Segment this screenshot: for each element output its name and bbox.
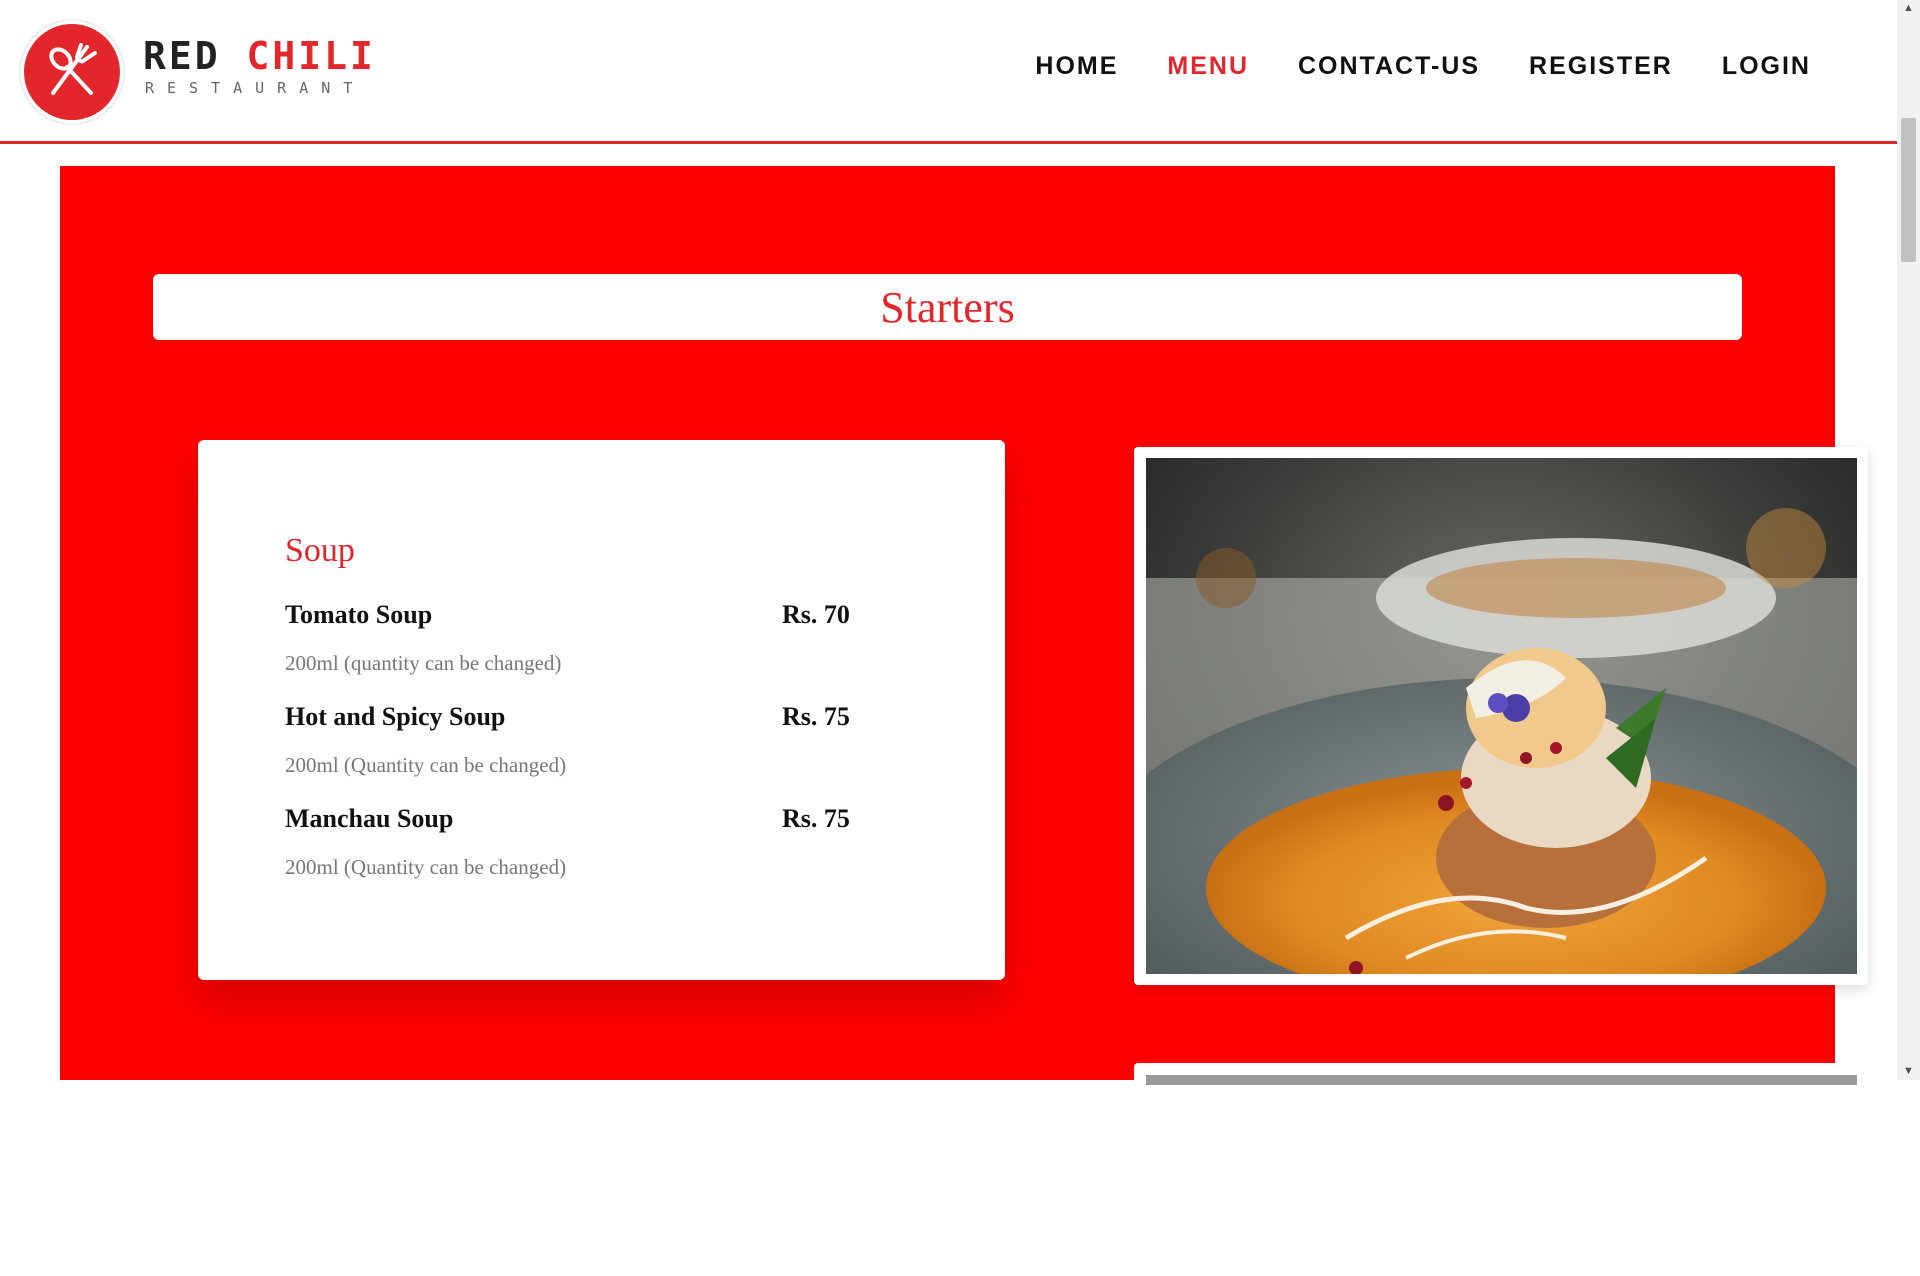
scroll-down-arrow-icon[interactable]: ▼ xyxy=(1897,1063,1920,1080)
food-image-frame xyxy=(1134,447,1868,985)
brand-name[interactable]: RED CHILI xyxy=(143,34,376,78)
next-food-image xyxy=(1146,1075,1857,1085)
fork-spoon-icon xyxy=(49,43,97,95)
next-menu-card xyxy=(258,1216,1065,1276)
nav-login[interactable]: LOGIN xyxy=(1722,52,1811,81)
logo[interactable] xyxy=(24,24,120,120)
scroll-up-arrow-icon[interactable]: ▲ xyxy=(1897,0,1920,17)
site-header: RED CHILI RESTAURANT HOME MENU CONTACT-U… xyxy=(0,0,1897,144)
scroll-thumb[interactable] xyxy=(1901,118,1916,262)
menu-card: Soup Tomato Soup Rs. 70 200ml (quantity … xyxy=(198,440,1005,980)
nav-home[interactable]: HOME xyxy=(1035,52,1118,81)
item-name: Hot and Spicy Soup xyxy=(285,702,506,731)
item-price: Rs. 75 xyxy=(782,804,850,833)
category-title: Soup xyxy=(285,532,355,569)
nav-menu[interactable]: MENU xyxy=(1167,52,1249,81)
section-title-box: Starters xyxy=(153,274,1742,340)
item-price: Rs. 70 xyxy=(782,600,850,629)
item-description: 200ml (quantity can be changed) xyxy=(285,651,562,675)
section-title: Starters xyxy=(880,282,1015,332)
nav-contact-us[interactable]: CONTACT-US xyxy=(1298,52,1480,81)
brand-name-part1: RED xyxy=(143,34,247,78)
page-scrollbar[interactable]: ▲ ▼ xyxy=(1897,0,1920,1080)
item-name: Tomato Soup xyxy=(285,600,433,629)
food-photo xyxy=(1146,458,1857,974)
item-description: 200ml (Quantity can be changed) xyxy=(285,753,567,777)
brand-subtitle: RESTAURANT xyxy=(145,79,366,97)
main-nav: HOME MENU CONTACT-US REGISTER LOGIN xyxy=(1035,52,1811,81)
brand-name-part2: CHILI xyxy=(246,34,376,78)
item-name: Manchau Soup xyxy=(285,804,454,833)
next-food-image-frame xyxy=(1134,1063,1868,1123)
item-price: Rs. 75 xyxy=(782,702,850,731)
item-description: 200ml (Quantity can be changed) xyxy=(285,855,567,879)
nav-register[interactable]: REGISTER xyxy=(1529,52,1673,81)
food-illustration xyxy=(1146,458,1857,974)
